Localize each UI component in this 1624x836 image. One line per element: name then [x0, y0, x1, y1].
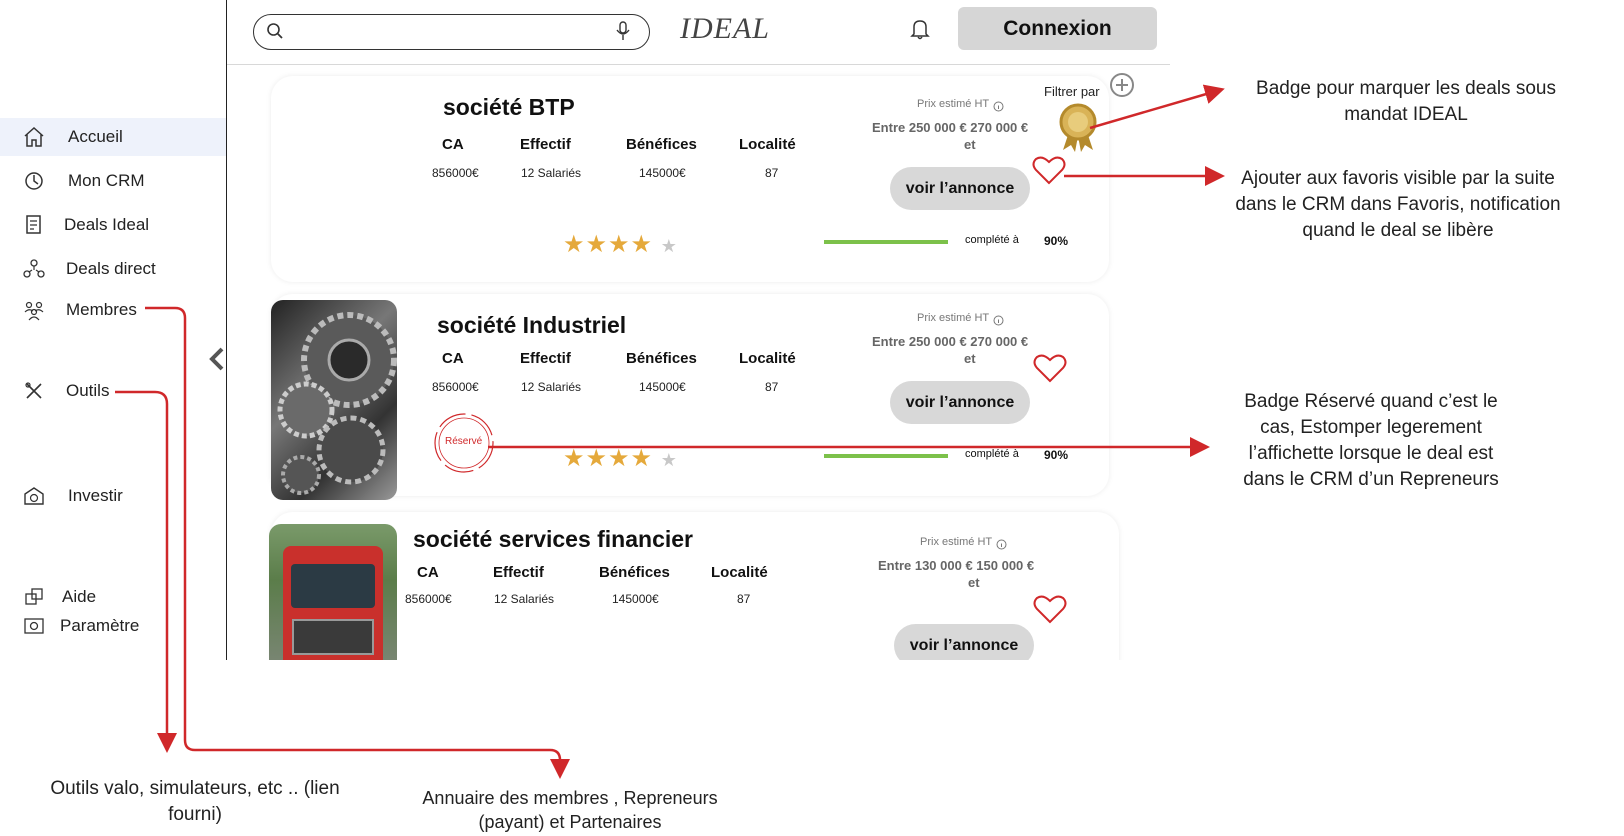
annotation-outils: Outils valo, simulateurs, etc .. (lien f… — [50, 778, 340, 825]
annotation-membres: Annuaire des membres , Repreneurs (payan… — [422, 788, 718, 832]
annotation-favoris: Ajouter aux favoris visible par la suite… — [1235, 168, 1561, 241]
annotation-badge-ideal: Badge pour marquer les deals sous mandat… — [1256, 78, 1556, 125]
annotation-reserve: Badge Réservé quand c’est le cas, Estomp… — [1243, 391, 1499, 490]
